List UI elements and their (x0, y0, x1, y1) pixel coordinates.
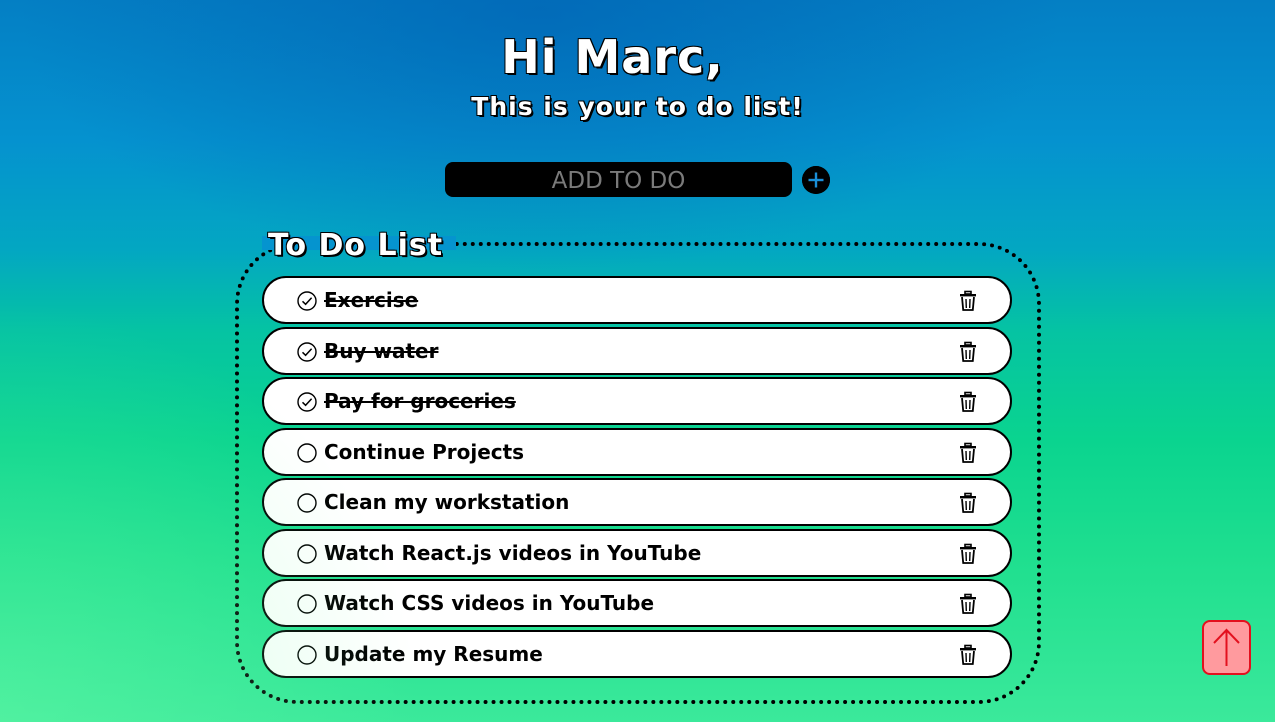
check-circle-icon (297, 392, 317, 412)
toggle-complete-button[interactable] (297, 291, 317, 311)
delete-todo-button[interactable] (958, 391, 978, 413)
list-title: To Do List (262, 228, 450, 264)
todo-item: Watch React.js videos in YouTube (262, 529, 1012, 577)
delete-todo-button[interactable] (958, 442, 978, 464)
todo-label: Pay for groceries (324, 389, 516, 413)
trash-icon (960, 290, 976, 311)
toggle-complete-button[interactable] (297, 594, 317, 614)
toggle-complete-button[interactable] (297, 392, 317, 412)
empty-circle-icon (297, 594, 317, 614)
toggle-complete-button[interactable] (297, 645, 317, 665)
plus-circle-icon (802, 166, 830, 194)
page-subtitle: This is your to do list! (471, 92, 804, 121)
trash-icon (960, 391, 976, 412)
empty-circle-icon (297, 443, 317, 463)
todo-label: Watch React.js videos in YouTube (324, 541, 702, 565)
todo-item: Buy water (262, 327, 1012, 375)
delete-todo-button[interactable] (958, 593, 978, 615)
todo-item: Update my Resume (262, 630, 1012, 678)
delete-todo-button[interactable] (958, 341, 978, 363)
empty-circle-icon (297, 544, 317, 564)
toggle-complete-button[interactable] (297, 342, 317, 362)
trash-icon (960, 644, 976, 665)
delete-todo-button[interactable] (958, 543, 978, 565)
todo-label: Clean my workstation (324, 490, 570, 514)
todo-label: Continue Projects (324, 440, 525, 464)
greeting-text: Hi Marc, (501, 30, 724, 84)
toggle-complete-button[interactable] (297, 443, 317, 463)
todo-label: Watch CSS videos in YouTube (324, 591, 655, 615)
todo-item: Continue Projects (262, 428, 1012, 476)
empty-circle-icon (297, 493, 317, 513)
empty-circle-icon (297, 645, 317, 665)
check-circle-icon (297, 342, 317, 362)
todo-item: Watch CSS videos in YouTube (262, 579, 1012, 627)
delete-todo-button[interactable] (958, 644, 978, 666)
toggle-complete-button[interactable] (297, 493, 317, 513)
todo-item: Pay for groceries (262, 377, 1012, 425)
trash-icon (960, 442, 976, 463)
trash-icon (960, 593, 976, 614)
delete-todo-button[interactable] (958, 492, 978, 514)
add-todo-button[interactable] (802, 166, 830, 194)
todo-label: Update my Resume (324, 642, 543, 666)
check-circle-icon (297, 291, 317, 311)
delete-todo-button[interactable] (958, 290, 978, 312)
trash-icon (960, 341, 976, 362)
todo-label: Buy water (324, 339, 439, 363)
trash-icon (960, 543, 976, 564)
todo-label: Exercise (324, 288, 419, 312)
toggle-complete-button[interactable] (297, 544, 317, 564)
scroll-to-top-button[interactable] (1202, 620, 1251, 675)
arrow-up-icon (1213, 628, 1240, 666)
todo-item: Clean my workstation (262, 478, 1012, 526)
trash-icon (960, 492, 976, 513)
todo-item: Exercise (262, 276, 1012, 324)
add-todo-input[interactable] (445, 162, 792, 197)
